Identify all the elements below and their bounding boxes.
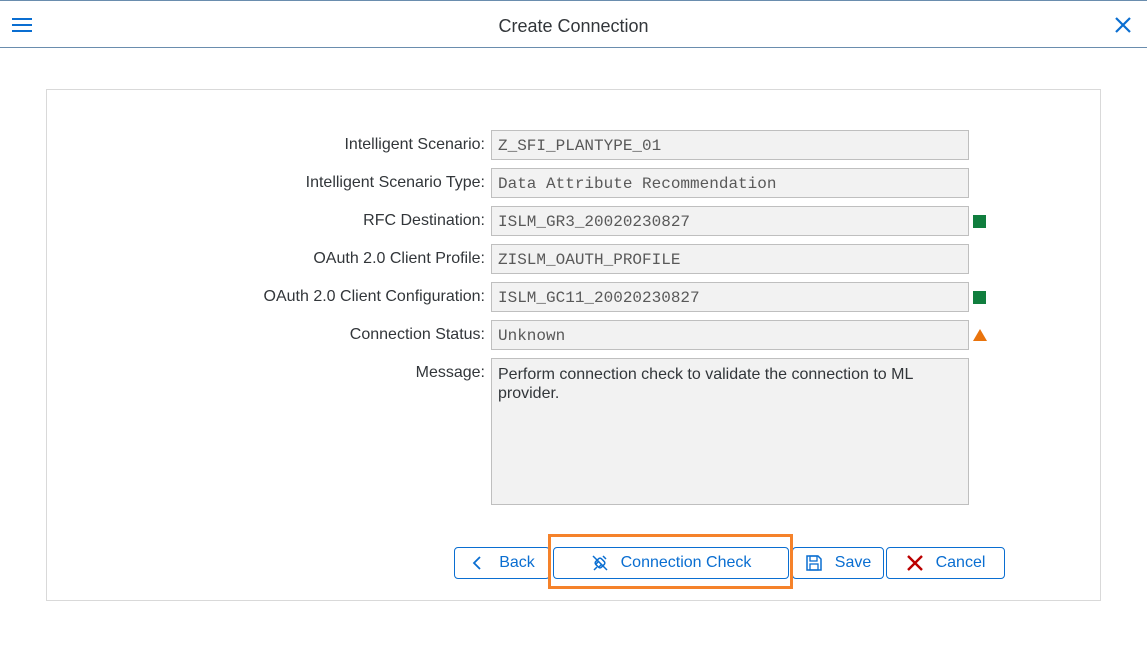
cancel-button-label: Cancel xyxy=(935,554,986,571)
save-button-label: Save xyxy=(834,554,872,571)
close-icon xyxy=(906,554,924,572)
connection-check-label: Connection Check xyxy=(620,554,752,571)
save-button[interactable]: Save xyxy=(792,547,884,579)
chevron-left-icon xyxy=(469,554,487,572)
oauth-profile-field[interactable]: ZISLM_OAUTH_PROFILE xyxy=(491,244,969,274)
connection-status-row: Connection Status: Unknown xyxy=(47,320,1047,350)
back-button-label: Back xyxy=(499,554,535,571)
connection-check-icon xyxy=(591,554,609,572)
warning-triangle-icon xyxy=(973,329,987,341)
intelligent-scenario-label: Intelligent Scenario: xyxy=(344,136,485,153)
intelligent-scenario-field[interactable]: Z_SFI_PLANTYPE_01 xyxy=(491,130,969,160)
connection-status-field[interactable]: Unknown xyxy=(491,320,969,350)
scenario-type-field[interactable]: Data Attribute Recommendation xyxy=(491,168,969,198)
oauth-profile-row: OAuth 2.0 Client Profile: ZISLM_OAUTH_PR… xyxy=(47,244,1047,274)
scenario-type-row: Intelligent Scenario Type: Data Attribut… xyxy=(47,168,1047,198)
rfc-destination-field[interactable]: ISLM_GR3_20020230827 xyxy=(491,206,969,236)
rfc-destination-label: RFC Destination: xyxy=(363,212,485,229)
rfc-destination-row: RFC Destination: ISLM_GR3_20020230827 xyxy=(47,206,1047,236)
form-panel: Intelligent Scenario: Z_SFI_PLANTYPE_01 … xyxy=(46,89,1101,601)
oauth-profile-label: OAuth 2.0 Client Profile: xyxy=(313,250,485,267)
success-status-icon xyxy=(973,215,986,228)
scenario-type-label: Intelligent Scenario Type: xyxy=(305,174,485,191)
shell-header: Create Connection xyxy=(0,0,1147,48)
save-icon xyxy=(805,554,823,572)
back-button[interactable]: Back xyxy=(454,547,550,579)
connection-status-label: Connection Status: xyxy=(349,326,485,343)
oauth-config-label: OAuth 2.0 Client Configuration: xyxy=(263,288,485,305)
message-label: Message: xyxy=(415,364,485,381)
success-status-icon xyxy=(973,291,986,304)
intelligent-scenario-row: Intelligent Scenario: Z_SFI_PLANTYPE_01 xyxy=(47,130,1047,160)
message-row: Message: Perform connection check to val… xyxy=(47,358,1047,505)
message-textarea[interactable]: Perform connection check to validate the… xyxy=(491,358,969,505)
connection-check-button[interactable]: Connection Check xyxy=(553,547,789,579)
cancel-button[interactable]: Cancel xyxy=(886,547,1005,579)
oauth-config-field[interactable]: ISLM_GC11_20020230827 xyxy=(491,282,969,312)
page-title: Create Connection xyxy=(498,16,649,36)
oauth-config-row: OAuth 2.0 Client Configuration: ISLM_GC1… xyxy=(47,282,1047,312)
close-icon[interactable] xyxy=(1113,15,1133,35)
